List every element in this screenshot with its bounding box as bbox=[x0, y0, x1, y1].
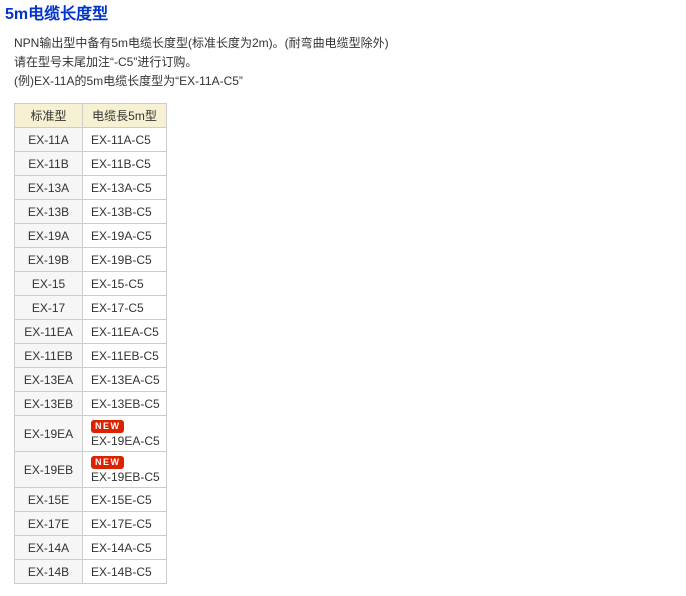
table-row: EX-15EX-15-C5 bbox=[15, 272, 167, 296]
intro-line-1: NPN输出型中备有5m电缆长度型(标准长度为2m)。(耐弯曲电缆型除外) bbox=[14, 34, 686, 53]
cable5m-model-cell: EX-11EB-C5 bbox=[83, 344, 167, 368]
cable5m-model-cell: EX-13EB-C5 bbox=[83, 392, 167, 416]
standard-model-cell: EX-13B bbox=[15, 200, 83, 224]
table-row: EX-19EANEWEX-19EA-C5 bbox=[15, 416, 167, 452]
cable-length-table: 标准型 电缆長5m型 EX-11AEX-11A-C5EX-11BEX-11B-C… bbox=[14, 103, 167, 584]
table-row: EX-13EBEX-13EB-C5 bbox=[15, 392, 167, 416]
column-header-cable5m: 电缆長5m型 bbox=[83, 104, 167, 128]
table-row: EX-17EX-17-C5 bbox=[15, 296, 167, 320]
standard-model-cell: EX-11A bbox=[15, 128, 83, 152]
table-row: EX-11AEX-11A-C5 bbox=[15, 128, 167, 152]
standard-model-cell: EX-14A bbox=[15, 536, 83, 560]
standard-model-cell: EX-11B bbox=[15, 152, 83, 176]
new-badge: NEW bbox=[91, 456, 124, 469]
cable5m-model-cell: EX-13EA-C5 bbox=[83, 368, 167, 392]
standard-model-cell: EX-11EB bbox=[15, 344, 83, 368]
cable5m-model-cell: EX-14A-C5 bbox=[83, 536, 167, 560]
standard-model-cell: EX-19EB bbox=[15, 452, 83, 488]
cable5m-model-cell: EX-15E-C5 bbox=[83, 488, 167, 512]
table-header-row: 标准型 电缆長5m型 bbox=[15, 104, 167, 128]
standard-model-cell: EX-19EA bbox=[15, 416, 83, 452]
page: 5m电缆长度型 NPN输出型中备有5m电缆长度型(标准长度为2m)。(耐弯曲电缆… bbox=[0, 0, 686, 596]
table-row: EX-13EAEX-13EA-C5 bbox=[15, 368, 167, 392]
table-row: EX-11EAEX-11EA-C5 bbox=[15, 320, 167, 344]
standard-model-cell: EX-13A bbox=[15, 176, 83, 200]
intro-line-2: 请在型号末尾加注“-C5”进行订购。 bbox=[14, 53, 686, 72]
standard-model-cell: EX-14B bbox=[15, 560, 83, 584]
standard-model-cell: EX-19A bbox=[15, 224, 83, 248]
table-row: EX-11EBEX-11EB-C5 bbox=[15, 344, 167, 368]
cable5m-model-cell: EX-11EA-C5 bbox=[83, 320, 167, 344]
cable5m-model-cell: EX-19B-C5 bbox=[83, 248, 167, 272]
cable5m-model-cell: EX-15-C5 bbox=[83, 272, 167, 296]
cable5m-model-cell: EX-11A-C5 bbox=[83, 128, 167, 152]
standard-model-cell: EX-19B bbox=[15, 248, 83, 272]
column-header-standard: 标准型 bbox=[15, 104, 83, 128]
table-row: EX-19AEX-19A-C5 bbox=[15, 224, 167, 248]
page-title: 5m电缆长度型 bbox=[5, 6, 686, 24]
new-badge: NEW bbox=[91, 420, 124, 433]
cable5m-model-cell: EX-11B-C5 bbox=[83, 152, 167, 176]
table-row: EX-14BEX-14B-C5 bbox=[15, 560, 167, 584]
cable5m-model-cell: EX-13B-C5 bbox=[83, 200, 167, 224]
standard-model-cell: EX-11EA bbox=[15, 320, 83, 344]
cable5m-model-cell: EX-17E-C5 bbox=[83, 512, 167, 536]
intro-text: NPN输出型中备有5m电缆长度型(标准长度为2m)。(耐弯曲电缆型除外) 请在型… bbox=[14, 34, 686, 91]
cable5m-model-cell: NEWEX-19EB-C5 bbox=[83, 452, 167, 488]
cable5m-model-cell: EX-17-C5 bbox=[83, 296, 167, 320]
table-body: EX-11AEX-11A-C5EX-11BEX-11B-C5EX-13AEX-1… bbox=[15, 128, 167, 584]
table-row: EX-14AEX-14A-C5 bbox=[15, 536, 167, 560]
table-row: EX-17EEX-17E-C5 bbox=[15, 512, 167, 536]
table-row: EX-19EBNEWEX-19EB-C5 bbox=[15, 452, 167, 488]
standard-model-cell: EX-15 bbox=[15, 272, 83, 296]
cable5m-model-label: EX-19EA-C5 bbox=[91, 434, 160, 449]
standard-model-cell: EX-17E bbox=[15, 512, 83, 536]
table-row: EX-13AEX-13A-C5 bbox=[15, 176, 167, 200]
intro-line-3: (例)EX-11A的5m电缆长度型为“EX-11A-C5” bbox=[14, 72, 686, 91]
cable5m-model-cell: EX-19A-C5 bbox=[83, 224, 167, 248]
cable5m-model-cell: EX-13A-C5 bbox=[83, 176, 167, 200]
table-row: EX-11BEX-11B-C5 bbox=[15, 152, 167, 176]
cable5m-model-label: EX-19EB-C5 bbox=[91, 470, 160, 485]
standard-model-cell: EX-15E bbox=[15, 488, 83, 512]
table-row: EX-19BEX-19B-C5 bbox=[15, 248, 167, 272]
table-row: EX-13BEX-13B-C5 bbox=[15, 200, 167, 224]
table-row: EX-15EEX-15E-C5 bbox=[15, 488, 167, 512]
standard-model-cell: EX-17 bbox=[15, 296, 83, 320]
standard-model-cell: EX-13EA bbox=[15, 368, 83, 392]
cable5m-model-cell: NEWEX-19EA-C5 bbox=[83, 416, 167, 452]
cable5m-model-cell: EX-14B-C5 bbox=[83, 560, 167, 584]
standard-model-cell: EX-13EB bbox=[15, 392, 83, 416]
